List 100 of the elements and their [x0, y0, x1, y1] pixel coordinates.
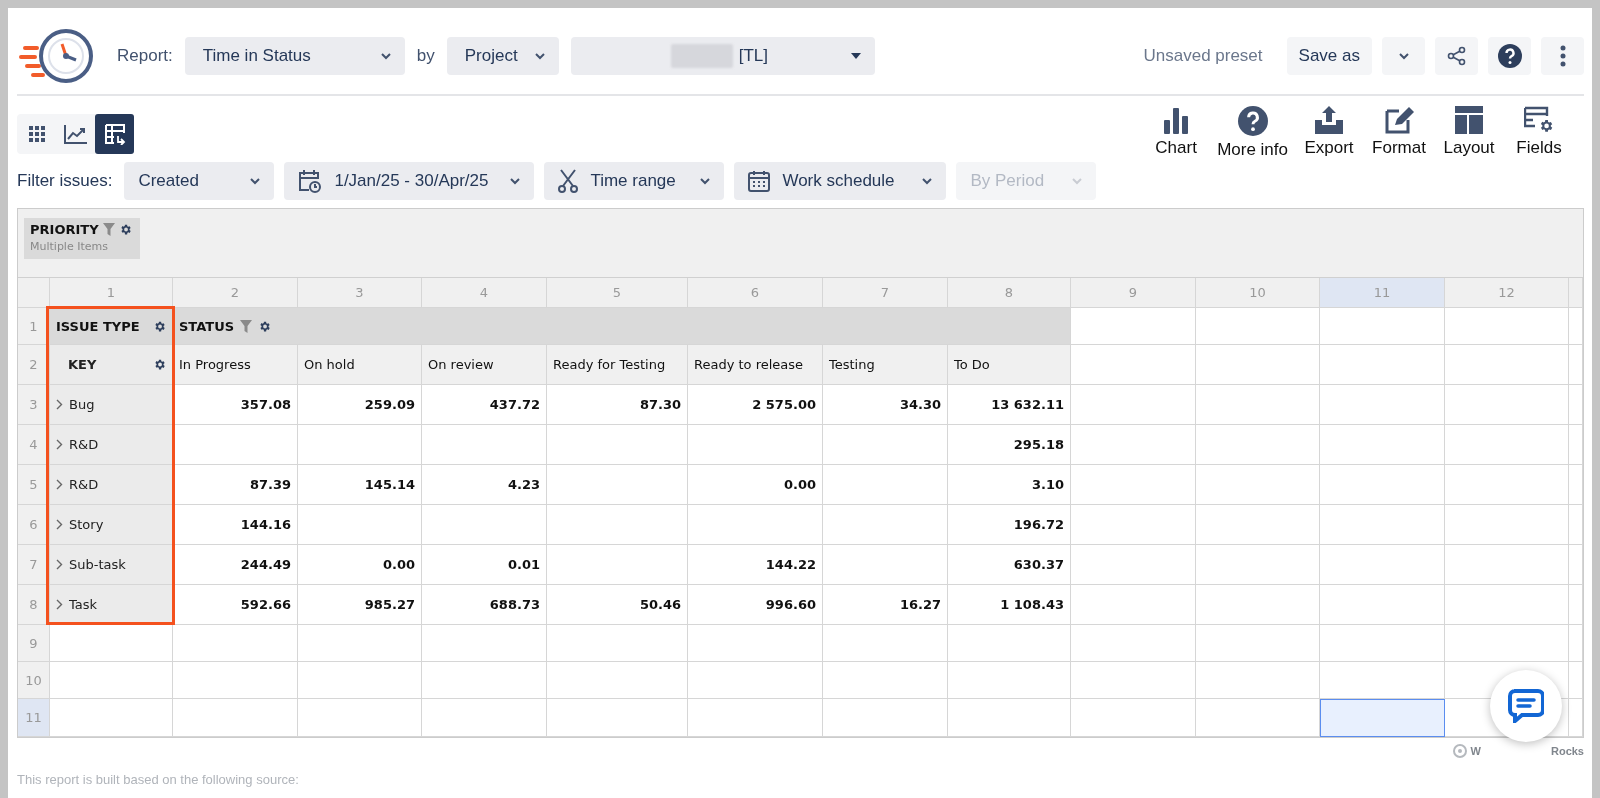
calendar-clock-icon	[298, 168, 323, 194]
toolbar-button[interactable]: Fields	[1504, 106, 1574, 160]
table-cell: 1 108.43	[948, 585, 1071, 625]
table-cell: 50.46	[547, 585, 688, 625]
field-label: KEY	[68, 357, 97, 372]
toolbar-button[interactable]: Format	[1364, 106, 1434, 160]
table-cell: 996.60	[688, 585, 823, 625]
table-cell: 144.16	[173, 505, 298, 545]
share-button[interactable]	[1435, 37, 1478, 75]
header-cell[interactable]: ISSUE TYPE	[50, 308, 173, 345]
table-cell: 4.23	[422, 465, 547, 505]
table-cell: 34.30	[823, 385, 948, 425]
column-header[interactable]: On hold	[298, 345, 422, 385]
table-cell: 3.10	[948, 465, 1071, 505]
column-header[interactable]: To Do	[948, 345, 1071, 385]
table-cell: 196.72	[948, 505, 1071, 545]
column-header[interactable]: In Progress	[173, 345, 298, 385]
toolbar-button[interactable]: More info	[1211, 106, 1294, 160]
view-mode-button[interactable]	[95, 114, 134, 154]
filter-label: Filter issues:	[17, 171, 113, 191]
chevron-down-icon	[922, 177, 933, 185]
table-cell: 259.09	[298, 385, 422, 425]
chevron-right-icon[interactable]	[56, 439, 63, 450]
row-header-cell[interactable]: Story	[50, 505, 173, 545]
table-cell: 985.27	[298, 585, 422, 625]
pivot-table-icon	[103, 123, 126, 145]
trend-chart-icon	[63, 124, 88, 144]
filter-value: Multiple Items	[30, 240, 109, 253]
chat-icon	[1508, 689, 1544, 723]
chevron-down-icon	[700, 177, 711, 185]
row-header-cell[interactable]: R&D	[50, 425, 173, 465]
table-cell: 244.49	[173, 545, 298, 585]
chevron-right-icon[interactable]	[56, 559, 63, 570]
chevron-right-icon[interactable]	[56, 399, 63, 410]
filter-select[interactable]: Time range	[544, 162, 725, 200]
filter-chip[interactable]: PRIORITY Multiple Items	[24, 218, 140, 259]
grid-icon	[27, 125, 46, 143]
table-cell: 0.00	[688, 465, 823, 505]
table-cell: 688.73	[422, 585, 547, 625]
brand-icon	[1452, 744, 1467, 758]
gear-icon[interactable]	[153, 319, 166, 333]
gear-icon[interactable]	[153, 358, 166, 371]
calendar-icon	[748, 170, 771, 192]
more-button[interactable]	[1541, 37, 1584, 75]
column-header[interactable]: Ready to release	[688, 345, 823, 385]
toolbar-button[interactable]: Export	[1294, 106, 1364, 160]
table-cell: 16.27	[823, 585, 948, 625]
chevron-down-icon	[1398, 52, 1409, 60]
table-cell: 357.08	[173, 385, 298, 425]
row-label: Bug	[69, 397, 95, 412]
brand-text: Rocks	[1550, 745, 1584, 757]
report-label: Report:	[117, 46, 173, 66]
table-cell: 295.18	[948, 425, 1071, 465]
column-header[interactable]: Ready for Testing	[547, 345, 688, 385]
chevron-down-icon	[1072, 177, 1083, 185]
selected-cell[interactable]	[1320, 699, 1445, 737]
gear-icon[interactable]	[258, 319, 272, 333]
help-button[interactable]	[1488, 37, 1531, 75]
header-cell[interactable]: KEY	[50, 345, 173, 385]
chevron-down-icon	[250, 177, 261, 185]
filter-select[interactable]: 1/Jan/25 - 30/Apr/25	[284, 162, 535, 200]
table-cell: 87.39	[173, 465, 298, 505]
filter-select[interactable]: Created	[124, 162, 275, 200]
report-select[interactable]: Time in Status	[184, 37, 405, 75]
toolbar-button[interactable]: Layout	[1434, 106, 1504, 160]
row-label: Story	[69, 517, 104, 532]
edit-icon	[1384, 106, 1414, 134]
table-cell: 0.00	[298, 545, 422, 585]
chevron-right-icon[interactable]	[56, 479, 63, 490]
table-cell: 144.22	[688, 545, 823, 585]
source-note: This report is built based on the following source:	[17, 772, 300, 787]
chevron-right-icon[interactable]	[56, 519, 63, 530]
column-header[interactable]: On review	[422, 345, 547, 385]
row-header-cell[interactable]: R&D	[50, 465, 173, 505]
chevron-down-icon	[510, 177, 521, 185]
row-header-cell[interactable]: Sub-task	[50, 545, 173, 585]
table-cell: 437.72	[422, 385, 547, 425]
chevron-right-icon[interactable]	[56, 599, 63, 610]
table-cell: 145.14	[298, 465, 422, 505]
row-label: R&D	[69, 437, 99, 452]
fields-settings-icon	[1524, 106, 1554, 134]
project-dropdown[interactable]: [TL]	[570, 37, 875, 75]
scissors-icon	[558, 169, 579, 193]
column-header[interactable]: Testing	[823, 345, 948, 385]
row-header-cell[interactable]: Bug	[50, 385, 173, 425]
chevron-down-icon	[534, 52, 545, 60]
layout-icon	[1455, 106, 1483, 134]
row-label: R&D	[69, 477, 99, 492]
group-select[interactable]: Project	[446, 37, 559, 75]
by-label: by	[416, 46, 435, 66]
filter-select[interactable]: Work schedule	[734, 162, 947, 200]
help-icon	[1237, 106, 1268, 136]
save-as-button[interactable]: Save as	[1286, 37, 1372, 75]
chevron-down-icon	[380, 52, 391, 60]
brand-text: W	[1470, 745, 1481, 757]
preset-status: Unsaved preset	[1143, 46, 1263, 66]
more-icon	[1559, 45, 1566, 67]
toolbar-button[interactable]: Chart	[1141, 106, 1212, 160]
row-header-cell[interactable]: Task	[50, 585, 173, 625]
export-icon	[1314, 106, 1344, 134]
